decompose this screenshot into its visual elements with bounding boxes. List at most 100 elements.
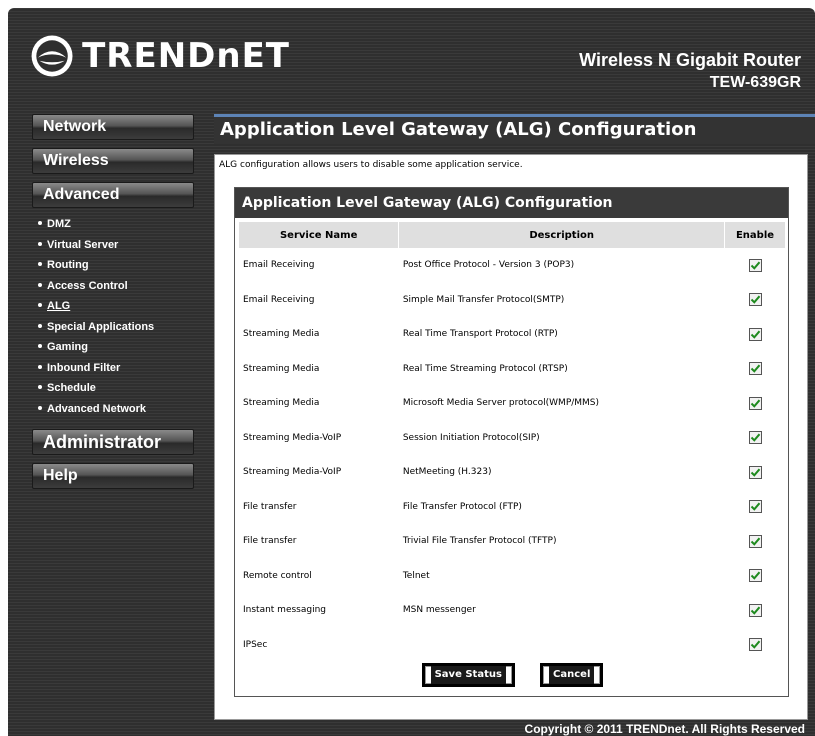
enable-checkbox[interactable] — [748, 569, 762, 583]
column-header-service-name: Service Name — [239, 222, 400, 248]
product-name: Wireless N Gigabit Router — [579, 50, 801, 70]
model-name: TEW-639GR — [709, 74, 801, 91]
content-panel: ALG configuration allows users to disabl… — [214, 154, 808, 720]
cancel-label: Cancel — [549, 666, 595, 684]
enable-cell — [725, 455, 786, 490]
copyright-text: Copyright © 2011 TRENDnet. All Rights Re… — [524, 722, 805, 736]
checkmark-icon — [750, 640, 760, 650]
button-row: Save Status Cancel — [235, 662, 790, 687]
description-cell: Real Time Transport Protocol (RTP) — [402, 329, 558, 340]
enable-checkbox[interactable] — [748, 500, 762, 514]
submenu-item-special-applications[interactable]: Special Applications — [38, 319, 194, 340]
table-row: Streaming Media Real Time Transport Proto… — [239, 317, 786, 352]
save-status-label: Save Status — [430, 666, 506, 684]
checkmark-icon — [750, 295, 760, 305]
trendnet-logo-icon — [31, 35, 73, 77]
submenu-item-schedule[interactable]: Schedule — [38, 380, 194, 401]
table-header-row: Service Name Description Enable — [239, 222, 786, 248]
service-name-cell: Email Receiving — [243, 260, 315, 271]
enable-checkbox[interactable] — [748, 396, 762, 410]
nav-administrator-button[interactable]: Administrator — [32, 429, 194, 455]
bullet-icon — [38, 385, 42, 390]
description-cell: Simple Mail Transfer Protocol(SMTP) — [402, 294, 565, 305]
checkmark-icon — [750, 399, 760, 408]
nav-advanced-button[interactable]: Advanced — [32, 182, 194, 208]
brand-name: TRENDnET — [82, 36, 290, 76]
submenu-item-inbound-filter[interactable]: Inbound Filter — [38, 360, 194, 381]
description-cell: Session Initiation Protocol(SIP) — [402, 432, 540, 443]
enable-cell — [725, 317, 786, 352]
table-row: Streaming Media Real Time Streaming Proto… — [239, 352, 786, 387]
description-cell: Post Office Protocol - Version 3 (POP3) — [402, 260, 575, 271]
checkmark-icon — [750, 468, 760, 477]
enable-checkbox[interactable] — [748, 327, 762, 341]
service-name-cell: IPSec — [243, 639, 268, 650]
description-cell: Trivial File Transfer Protocol (TFTP) — [402, 536, 557, 547]
checkmark-icon — [750, 330, 760, 339]
table-row: Streaming Media-VoIP NetMeeting (H.323) — [239, 455, 786, 490]
bullet-icon — [38, 241, 42, 246]
enable-checkbox[interactable] — [748, 431, 762, 445]
description-cell: MSN messenger — [402, 605, 476, 616]
nav-help-button[interactable]: Help — [32, 463, 194, 489]
cancel-button[interactable]: Cancel — [540, 663, 604, 687]
table-row: Email Receiving Simple Mail Transfer Prot… — [239, 283, 786, 318]
bullet-icon — [38, 364, 42, 369]
service-name-cell: Streaming Media — [243, 398, 320, 409]
content-header: Application Level Gateway (ALG) Configur… — [214, 114, 815, 144]
submenu-item-virtual-server[interactable]: Virtual Server — [38, 237, 194, 258]
service-name-cell: Streaming Media-VoIP — [243, 467, 342, 478]
enable-checkbox[interactable] — [748, 465, 762, 479]
trendnet-logo: TRENDnET — [30, 28, 290, 84]
service-name-cell: Streaming Media-VoIP — [243, 432, 342, 443]
enable-checkbox[interactable] — [748, 603, 762, 617]
alg-config-box: Application Level Gateway (ALG) Configur… — [234, 187, 789, 697]
checkmark-icon — [750, 571, 760, 581]
enable-checkbox[interactable] — [748, 258, 762, 272]
checkmark-icon — [750, 606, 760, 615]
service-name-cell: Instant messaging — [243, 605, 327, 616]
enable-cell — [725, 628, 786, 663]
enable-checkbox[interactable] — [748, 362, 762, 376]
description-cell: Microsoft Media Server protocol(WMP/MMS) — [402, 398, 600, 409]
enable-cell — [725, 490, 786, 525]
description-cell: NetMeeting (H.323) — [402, 467, 492, 478]
enable-checkbox[interactable] — [748, 293, 762, 307]
column-header-description: Description — [398, 222, 726, 248]
nav-network-button[interactable]: Network — [32, 114, 194, 140]
submenu-item-routing[interactable]: Routing — [38, 257, 194, 278]
enable-cell — [725, 593, 786, 628]
enable-checkbox[interactable] — [748, 638, 762, 652]
submenu-item-dmz[interactable]: DMZ — [38, 216, 194, 237]
table-row: Streaming Media-VoIP Session Initiation P… — [239, 421, 786, 456]
submenu-item-advanced-network[interactable]: Advanced Network — [38, 401, 194, 422]
enable-cell — [725, 524, 786, 559]
description-cell: Telnet — [402, 570, 430, 581]
save-status-button[interactable]: Save Status — [421, 663, 515, 687]
bullet-icon — [38, 282, 42, 287]
checkmark-icon — [750, 433, 760, 443]
table-row: Streaming Media Microsoft Media Server pr… — [239, 386, 786, 421]
bullet-icon — [38, 344, 42, 349]
enable-checkbox[interactable] — [748, 534, 762, 548]
enable-cell — [725, 421, 786, 456]
submenu-item-alg[interactable]: ALG — [38, 298, 194, 319]
service-name-cell: Streaming Media — [243, 329, 320, 340]
submenu-item-gaming[interactable]: Gaming — [38, 339, 194, 360]
service-name-cell: Streaming Media — [243, 363, 320, 374]
table-row: Instant messaging MSN messenger — [239, 593, 786, 628]
nav-wireless-button[interactable]: Wireless — [32, 148, 194, 174]
table-row: IPSec — [239, 628, 786, 663]
submenu-item-access-control[interactable]: Access Control — [38, 278, 194, 299]
enable-cell — [725, 283, 786, 318]
alg-box-title: Application Level Gateway (ALG) Configur… — [235, 188, 788, 218]
service-name-cell: File transfer — [243, 536, 297, 547]
bullet-icon — [38, 405, 42, 410]
enable-cell — [725, 559, 786, 594]
description-cell: File Transfer Protocol (FTP) — [402, 501, 522, 512]
service-name-cell: Email Receiving — [243, 294, 315, 305]
table-row: Email Receiving Post Office Protocol - Ve… — [239, 248, 786, 283]
description-cell: Real Time Streaming Protocol (RTSP) — [402, 363, 568, 374]
column-header-enable: Enable — [724, 222, 786, 248]
bullet-icon — [38, 262, 42, 267]
